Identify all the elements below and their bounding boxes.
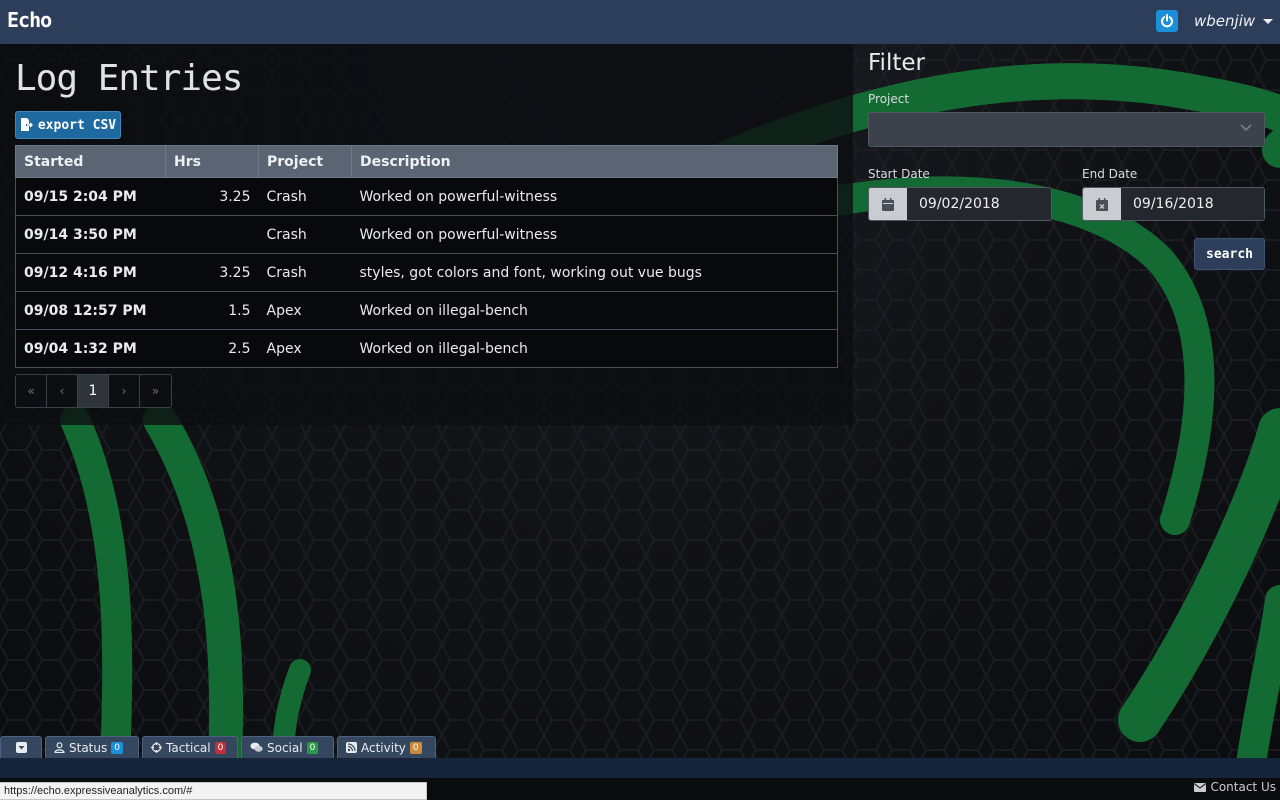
caret-square-down-icon — [15, 742, 27, 753]
column-header-started[interactable]: Started — [15, 145, 166, 178]
end-date-label: End Date — [1082, 167, 1138, 181]
comments-icon — [250, 742, 263, 752]
log-panel: Log Entries export CSV Started Hrs Proje… — [0, 44, 853, 425]
cell-started: 09/14 3:50 PM — [15, 215, 166, 254]
top-navbar: Echo wbenjiw — [0, 0, 1280, 44]
browser-status-url: https://echo.expressiveanalytics.com/# — [0, 782, 427, 800]
cell-description: Worked on illegal-bench — [351, 291, 838, 330]
cell-hrs: 3.25 — [165, 253, 259, 292]
column-header-hrs[interactable]: Hrs — [165, 145, 259, 178]
envelope-icon — [1194, 782, 1207, 792]
brand-logo[interactable]: Echo — [7, 8, 52, 32]
cell-hrs: 3.25 — [165, 177, 259, 216]
user-icon — [54, 742, 65, 753]
calendar-clear-icon[interactable] — [1083, 188, 1121, 220]
cell-hrs: 2.5 — [165, 329, 259, 368]
cell-project: Crash — [258, 215, 352, 254]
tactical-count-badge: 0 — [214, 741, 227, 754]
table-row[interactable]: 09/15 2:04 PM 3.25 Crash Worked on power… — [15, 177, 838, 216]
chevron-down-icon — [1240, 124, 1252, 132]
column-header-description[interactable]: Description — [351, 145, 838, 178]
pagination: « ‹ 1 › » — [15, 374, 172, 408]
cell-project: Crash — [258, 253, 352, 292]
table-row[interactable]: 09/12 4:16 PM 3.25 Crash styles, got col… — [15, 253, 838, 292]
tab-social[interactable]: Social 0 — [241, 736, 334, 758]
bottom-tab-bar: Status 0 Tactical 0 Social 0 Activity 0 — [0, 736, 436, 758]
social-count-badge: 0 — [306, 741, 319, 754]
export-csv-button[interactable]: export CSV — [15, 111, 121, 139]
activity-count-badge: 0 — [409, 741, 422, 754]
search-button[interactable]: search — [1194, 238, 1265, 270]
rss-icon — [346, 742, 357, 753]
tab-activity-label: Activity — [361, 740, 406, 755]
table-header-row: Started Hrs Project Description — [15, 145, 838, 178]
cell-description: Worked on powerful-witness — [351, 215, 838, 254]
end-date-input[interactable]: 09/16/2018 — [1121, 188, 1264, 220]
user-menu[interactable]: wbenjiw — [1194, 12, 1274, 30]
filter-title: Filter — [868, 50, 925, 76]
cell-description: Worked on illegal-bench — [351, 329, 838, 368]
tab-social-label: Social — [267, 740, 303, 755]
file-export-icon — [20, 118, 33, 131]
cell-started: 09/12 4:16 PM — [15, 253, 166, 292]
contact-us-label: Contact Us — [1210, 780, 1276, 794]
tab-tactical-label: Tactical — [166, 740, 211, 755]
page-title: Log Entries — [15, 58, 243, 99]
cell-description: Worked on powerful-witness — [351, 177, 838, 216]
pagination-next-button[interactable]: › — [109, 375, 140, 407]
status-count-badge: 0 — [111, 741, 123, 754]
pagination-prev-button[interactable]: ‹ — [47, 375, 78, 407]
cell-description: styles, got colors and font, working out… — [351, 253, 838, 292]
tab-status[interactable]: Status 0 — [45, 736, 139, 758]
tab-activity[interactable]: Activity 0 — [337, 736, 436, 758]
collapse-toggle-button[interactable] — [0, 736, 42, 758]
cell-hrs: 1.5 — [165, 291, 259, 330]
cell-project: Crash — [258, 177, 352, 216]
footer-strip — [0, 758, 1280, 778]
end-date-group: 09/16/2018 — [1082, 187, 1265, 221]
calendar-icon[interactable] — [869, 188, 907, 220]
tab-status-label: Status — [69, 740, 108, 755]
project-select[interactable] — [868, 112, 1265, 147]
table-row[interactable]: 09/08 12:57 PM 1.5 Apex Worked on illega… — [15, 291, 838, 330]
pagination-first-button[interactable]: « — [16, 375, 47, 407]
crosshairs-icon — [151, 742, 162, 753]
tab-tactical[interactable]: Tactical 0 — [142, 736, 238, 758]
pagination-page-1[interactable]: 1 — [78, 375, 109, 407]
table-row[interactable]: 09/14 3:50 PM Crash Worked on powerful-w… — [15, 215, 838, 254]
project-label: Project — [868, 92, 910, 106]
cell-project: Apex — [258, 291, 352, 330]
user-name: wbenjiw — [1194, 12, 1256, 30]
table-row[interactable]: 09/04 1:32 PM 2.5 Apex Worked on illegal… — [15, 329, 838, 368]
pagination-last-button[interactable]: » — [140, 375, 171, 407]
start-date-group: 09/02/2018 — [868, 187, 1052, 221]
power-icon[interactable] — [1156, 10, 1178, 32]
start-date-label: Start Date — [868, 167, 930, 181]
caret-down-icon — [1263, 18, 1274, 24]
filter-panel: Filter Project Start Date 09/02/2018 End… — [868, 44, 1268, 284]
contact-us-link[interactable]: Contact Us — [1194, 780, 1276, 794]
log-table: Started Hrs Project Description 09/15 2:… — [15, 145, 838, 368]
export-csv-label: export CSV — [37, 117, 117, 133]
cell-started: 09/08 12:57 PM — [15, 291, 166, 330]
start-date-input[interactable]: 09/02/2018 — [907, 188, 1051, 220]
cell-started: 09/15 2:04 PM — [15, 177, 166, 216]
column-header-project[interactable]: Project — [258, 145, 352, 178]
cell-project: Apex — [258, 329, 352, 368]
cell-hrs — [165, 215, 259, 254]
cell-started: 09/04 1:32 PM — [15, 329, 166, 368]
